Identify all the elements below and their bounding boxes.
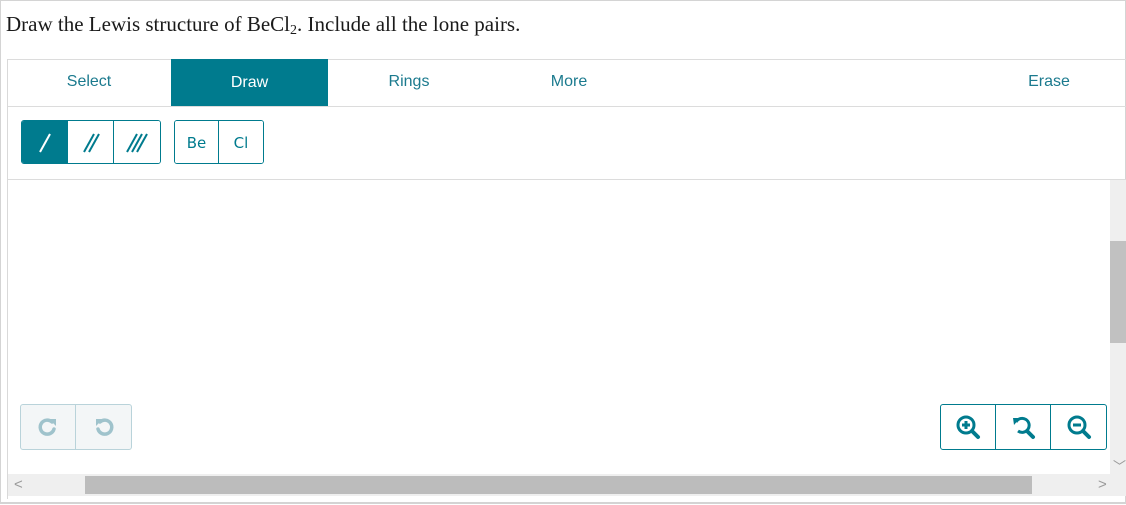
redo-icon [38,418,56,436]
zoom-in-button[interactable] [941,405,996,449]
draw-toolbar: Be Cl [8,107,1126,180]
tab-draw[interactable]: Draw [171,59,328,106]
undo-redo-group [20,404,132,450]
question-text: Draw the Lewis structure of BeCl2. Inclu… [6,12,521,38]
horizontal-scrollbar-thumb[interactable] [85,476,1032,494]
zoom-out-icon [1067,415,1091,439]
double-bond-button[interactable] [68,121,114,163]
zoom-reset-button[interactable] [996,405,1051,449]
vertical-scrollbar-thumb[interactable] [1110,241,1126,343]
editor-tab-bar: Select Draw Rings More Erase [8,59,1126,107]
zoom-controls [940,404,1107,450]
question-subscript: 2 [290,23,298,38]
zoom-reset-icon [1013,416,1035,439]
redo-button[interactable] [21,405,76,449]
horizontal-scrollbar[interactable]: < > [8,474,1126,496]
zoom-in-icon [956,415,980,439]
bond-tool-group [21,120,161,164]
undo-icon [95,418,113,436]
single-bond-icon [38,133,51,153]
scroll-left-arrow-icon[interactable]: < [14,476,23,493]
tab-select[interactable]: Select [8,59,170,105]
tab-more[interactable]: More [489,59,649,105]
question-prefix: Draw the Lewis structure of BeCl [6,12,291,36]
undo-button[interactable] [76,405,131,449]
triple-bond-button[interactable] [114,121,160,163]
atom-tool-group: Be Cl [174,120,264,164]
triple-bond-icon [126,133,148,153]
atom-cl-button[interactable]: Cl [219,121,263,163]
scroll-right-arrow-icon[interactable]: > [1098,476,1107,493]
atom-be-button[interactable]: Be [175,121,219,163]
double-bond-icon [82,133,100,153]
vertical-scrollbar[interactable]: ﹀ [1110,180,1126,476]
tab-erase[interactable]: Erase [971,59,1126,105]
scroll-down-arrow-icon[interactable]: ﹀ [1113,456,1126,475]
tab-rings[interactable]: Rings [329,59,489,105]
question-suffix: . Include all the lone pairs. [297,12,521,36]
molecule-editor: Select Draw Rings More Erase Be Cl ﹀ < > [7,59,1126,499]
zoom-out-button[interactable] [1051,405,1106,449]
single-bond-button[interactable] [22,121,68,163]
